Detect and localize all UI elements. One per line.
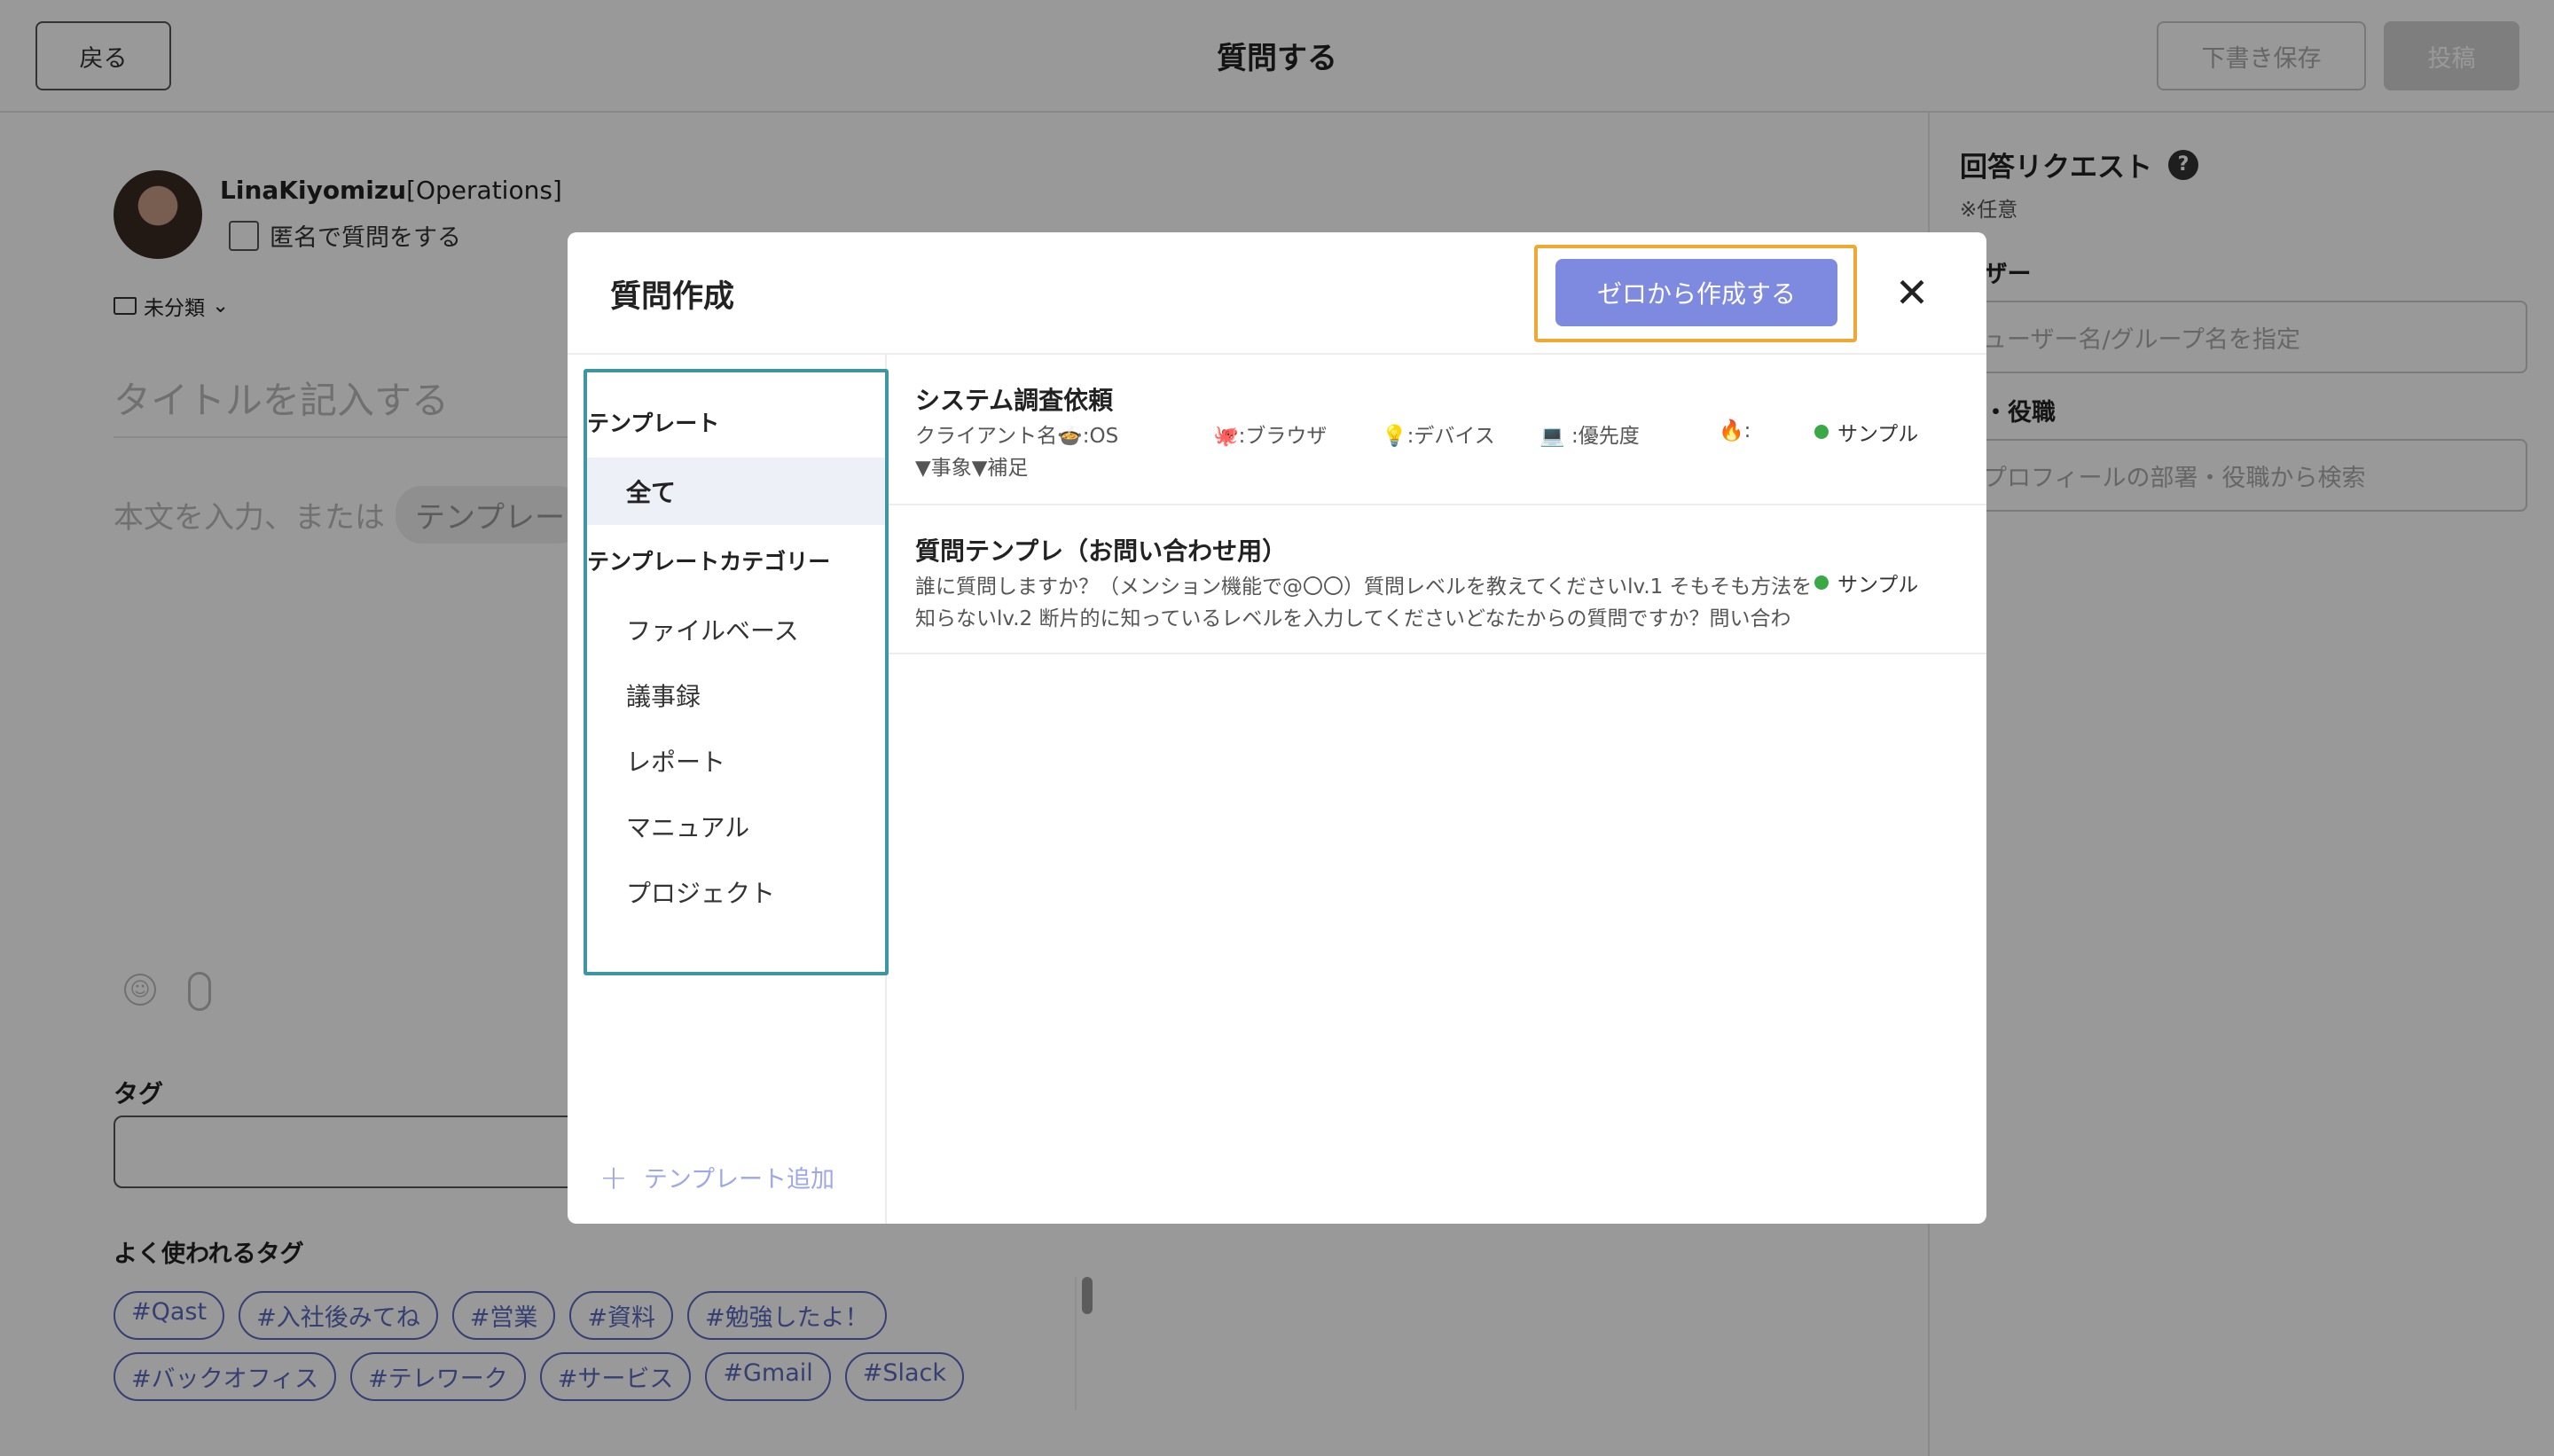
modal-title: 質問作成 [610, 279, 735, 315]
close-icon[interactable]: ✕ [1889, 269, 1935, 317]
modal-header: 質問作成 ゼロから作成する ✕ [568, 232, 1986, 355]
plus-icon: + [599, 1157, 628, 1197]
sample-badge: サンプル [1814, 417, 1918, 447]
status-dot [1814, 575, 1829, 590]
sample-label: サンプル [1837, 574, 1919, 597]
categories-heading: テンプレートカテゴリー [587, 549, 831, 575]
status-dot [1814, 425, 1829, 439]
template-list: システム調査依頼 クライアント名🍲:OS 🐙:ブラウザ 💡:デバイス 💻 :優先… [889, 355, 1986, 1224]
sidebar-item-file-base[interactable]: ファイルベース [626, 612, 799, 647]
add-template-button[interactable]: + テンプレート追加 [599, 1160, 834, 1194]
template-desc-line: 誰に質問しますか？（メンション機能で@〇〇）質問レベルを教えてくださいlv.1 … [915, 575, 1813, 599]
template-desc-line: ▼事象▼補足 [915, 457, 1029, 480]
template-name: 質問テンプレ（お問い合わせ用） [915, 536, 1288, 566]
templates-heading: テンプレート [587, 411, 720, 436]
template-row[interactable]: システム調査依頼 クライアント名🍲:OS 🐙:ブラウザ 💡:デバイス 💻 :優先… [889, 355, 1986, 505]
add-template-label: テンプレート追加 [643, 1166, 835, 1194]
create-from-scratch-button[interactable]: ゼロから作成する [1555, 259, 1837, 326]
template-sidebar: テンプレート 全て テンプレートカテゴリー ファイルベース 議事録 レポート マ… [568, 355, 889, 1224]
template-row[interactable]: 質問テンプレ（お問い合わせ用） 誰に質問しますか？（メンション機能で@〇〇）質問… [889, 505, 1986, 654]
sample-badge: サンプル [1814, 568, 1918, 598]
sidebar-item-report[interactable]: レポート [626, 743, 725, 779]
sample-label: サンプル [1837, 423, 1919, 446]
template-desc-fragment: 💻 :優先度 [1539, 425, 1640, 448]
question-create-modal: 質問作成 ゼロから作成する ✕ テンプレート 全て テンプレートカテゴリー ファ… [568, 232, 1986, 1224]
sidebar-item-all[interactable]: 全て [587, 458, 885, 525]
sidebar-item-minutes[interactable]: 議事録 [626, 677, 701, 713]
template-desc-fragment: 💡:デバイス [1382, 425, 1495, 448]
template-desc-fragment: 🔥: [1719, 419, 1751, 442]
sidebar-item-project[interactable]: プロジェクト [626, 874, 775, 910]
template-desc-fragment: 🐙:ブラウザ [1213, 425, 1328, 448]
template-desc-fragment: クライアント名🍲:OS [915, 425, 1119, 448]
template-desc-line: 知らないlv.2 断片的に知っているレベルを入力してくださいどなたからの質問です… [915, 607, 1791, 630]
sidebar-item-manual[interactable]: マニュアル [626, 809, 749, 844]
template-name: システム調査依頼 [915, 386, 1114, 415]
